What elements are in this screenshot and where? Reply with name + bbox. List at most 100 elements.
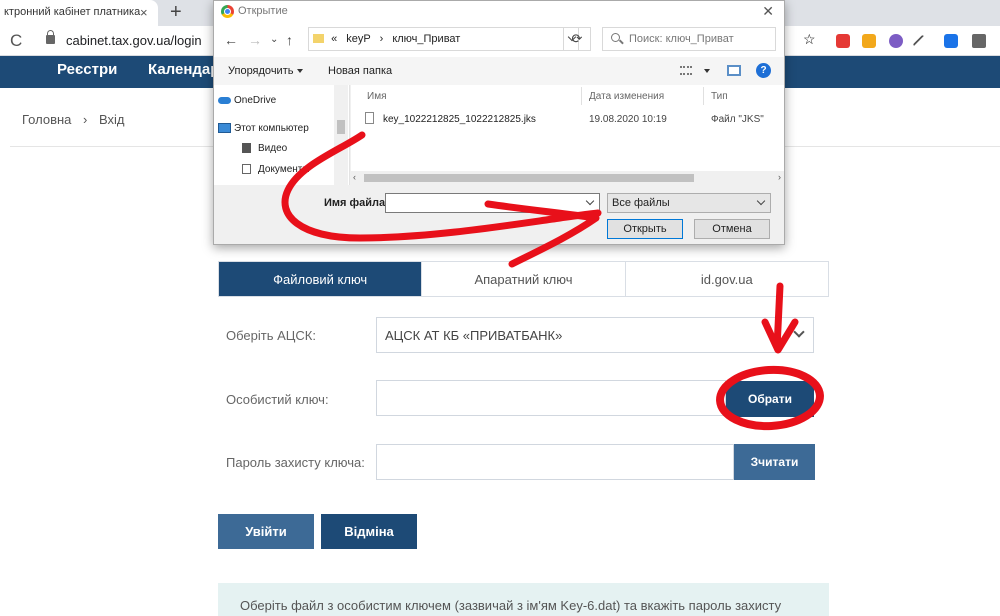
extension-icon[interactable] — [889, 34, 903, 48]
filename-label: Имя файла: — [324, 197, 389, 209]
path-segment-keyp[interactable]: keyP — [346, 33, 370, 45]
path-segment-current[interactable]: ключ_Приват — [392, 33, 460, 45]
extension-icon[interactable] — [944, 34, 958, 48]
search-icon — [611, 33, 620, 42]
lock-icon[interactable] — [46, 30, 55, 44]
chevron-down-icon — [756, 196, 766, 206]
acsk-selected-value: АЦСК АТ КБ «ПРИВАТБАНК» — [385, 328, 563, 343]
scroll-thumb[interactable] — [337, 120, 345, 134]
scroll-left-icon[interactable]: ‹ — [353, 172, 356, 182]
dialog-address-row: ← → ⌄ ↑ « keyP › ключ_Приват ⟳ Поиск: кл… — [214, 23, 784, 57]
password-label: Пароль захисту ключа: — [226, 455, 365, 470]
organize-button[interactable]: Упорядочить — [228, 65, 304, 77]
path-separator: › — [379, 33, 384, 45]
tab-id-gov-ua[interactable]: id.gov.ua — [624, 262, 828, 296]
chevron-down-icon[interactable] — [585, 196, 595, 206]
column-separator — [703, 87, 704, 105]
chrome-icon — [221, 5, 234, 18]
search-input[interactable]: Поиск: ключ_Приват — [602, 27, 776, 51]
breadcrumb-home[interactable]: Головна — [22, 112, 71, 127]
read-key-button[interactable]: Зчитати — [734, 444, 815, 480]
file-icon — [365, 112, 374, 124]
scroll-right-icon[interactable]: › — [778, 172, 781, 182]
view-options-icon[interactable] — [680, 66, 692, 75]
tab-hardware-key[interactable]: Апаратний ключ — [421, 262, 624, 296]
file-type-select[interactable]: Все файлы — [607, 193, 771, 213]
tab-close-icon[interactable]: × — [140, 5, 148, 20]
nav-item-calendar[interactable]: Календар — [148, 61, 219, 78]
nav-onedrive[interactable]: OneDrive — [218, 95, 277, 106]
screen: ктронний кабінет платника × + C cabinet.… — [0, 0, 1000, 616]
new-folder-button[interactable]: Новая папка — [328, 65, 392, 77]
cancel-button[interactable]: Відміна — [321, 514, 417, 549]
nav-onedrive-label: OneDrive — [234, 95, 277, 106]
breadcrumb: Головна › Вхід — [22, 112, 133, 127]
dialog-toolbar: Упорядочить Новая папка ? — [214, 57, 784, 85]
column-separator — [581, 87, 582, 105]
filename-input[interactable] — [385, 193, 600, 213]
nav-documents-label: Документы — [258, 164, 310, 175]
chevron-down-icon — [793, 326, 805, 338]
folder-icon — [313, 34, 324, 43]
back-arrow-icon[interactable]: ← — [224, 32, 238, 48]
recent-chevron-icon[interactable]: ⌄ — [270, 34, 278, 45]
open-file-dialog: Открытие ✕ ← → ⌄ ↑ « keyP › ключ_Приват … — [213, 0, 785, 245]
refresh-icon[interactable]: ⟳ — [563, 27, 591, 51]
path-breadcrumb[interactable]: « keyP › ключ_Приват — [308, 27, 579, 51]
dialog-cancel-button[interactable]: Отмена — [694, 219, 770, 239]
new-tab-button[interactable]: + — [170, 1, 182, 24]
login-method-tabs: Файловий ключ Апаратний ключ id.gov.ua — [218, 261, 829, 297]
file-date: 19.08.2020 10:19 — [589, 114, 667, 125]
private-key-field[interactable] — [376, 380, 726, 416]
dialog-titlebar: Открытие ✕ — [214, 1, 784, 23]
tab-file-key[interactable]: Файловий ключ — [219, 262, 422, 296]
open-button[interactable]: Открыть — [607, 219, 683, 239]
close-icon[interactable]: ✕ — [762, 3, 774, 20]
documents-icon — [242, 164, 251, 174]
choose-file-button[interactable]: Обрати — [726, 381, 814, 417]
file-row[interactable]: key_1022212825_1022212825.jks 19.08.2020… — [353, 111, 783, 129]
preview-pane-icon[interactable] — [727, 65, 741, 76]
breadcrumb-separator-icon: › — [83, 112, 88, 127]
column-header-name[interactable]: Имя — [367, 91, 386, 102]
nav-item-registries[interactable]: Реєстри — [57, 61, 117, 78]
password-field[interactable] — [376, 444, 734, 480]
file-list-scrollbar[interactable]: ‹ › — [350, 171, 784, 185]
scroll-thumb[interactable] — [364, 174, 694, 182]
url-field[interactable]: cabinet.tax.gov.ua/login — [66, 33, 202, 48]
login-button[interactable]: Увійти — [218, 514, 314, 549]
info-message: Оберіть файл з особистим ключем (зазвича… — [218, 583, 829, 616]
extension-icon[interactable] — [836, 34, 850, 48]
file-type-value: Все файлы — [612, 197, 670, 209]
nav-this-pc-label: Этот компьютер — [234, 123, 309, 134]
nav-documents[interactable]: Документы — [242, 164, 310, 175]
puzzle-icon[interactable] — [972, 34, 986, 48]
column-header-date[interactable]: Дата изменения — [589, 91, 664, 102]
search-placeholder: Поиск: ключ_Приват — [629, 33, 734, 45]
acsk-select[interactable]: АЦСК АТ КБ «ПРИВАТБАНК» — [376, 317, 814, 353]
column-header-type[interactable]: Тип — [711, 91, 728, 102]
nav-video[interactable]: Видео — [242, 143, 287, 154]
file-list: Имя Дата изменения Тип key_1022212825_10… — [351, 85, 784, 171]
help-icon[interactable]: ? — [756, 63, 771, 78]
forward-arrow-icon[interactable]: → — [248, 32, 262, 48]
file-type: Файл "JKS" — [711, 114, 764, 125]
reload-icon[interactable]: C — [10, 31, 22, 51]
acsk-label: Оберіть АЦСК: — [226, 328, 316, 343]
tab-title: ктронний кабінет платника — [4, 6, 141, 18]
nav-scrollbar[interactable] — [334, 85, 348, 185]
up-arrow-icon[interactable]: ↑ — [286, 32, 293, 48]
organize-label: Упорядочить — [228, 65, 294, 77]
video-icon — [242, 143, 251, 153]
star-icon[interactable]: ☆ — [803, 31, 817, 47]
browser-tab[interactable]: ктронний кабінет платника × — [0, 0, 158, 26]
path-overflow[interactable]: « — [331, 33, 337, 45]
computer-icon — [218, 123, 231, 133]
chevron-down-icon — [297, 69, 304, 73]
cloud-icon — [218, 97, 231, 104]
extension-icon[interactable] — [862, 34, 876, 48]
nav-this-pc[interactable]: Этот компьютер — [218, 123, 309, 134]
navigation-pane: OneDrive Этот компьютер Видео Документы — [214, 85, 350, 185]
chevron-down-icon[interactable] — [704, 69, 710, 73]
eyedropper-icon[interactable] — [912, 34, 926, 48]
